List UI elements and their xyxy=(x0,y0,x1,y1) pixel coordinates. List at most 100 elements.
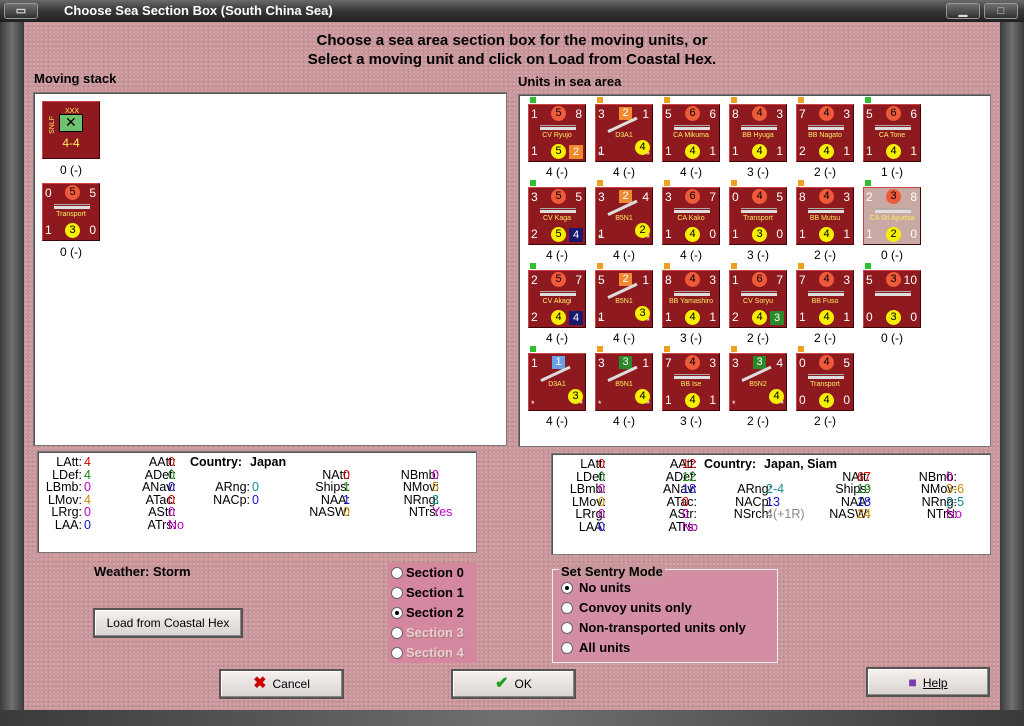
unit-counter[interactable]: 8 3 1 1 4 4 BB Mutsu xyxy=(796,187,854,245)
unit-name: B5N2 xyxy=(749,381,767,388)
combat-circle: 4 xyxy=(819,189,834,204)
selection-marker xyxy=(865,97,871,103)
attack-value: 8 xyxy=(665,273,672,287)
unit-name: Transport xyxy=(810,381,840,388)
unit-counter[interactable]: 1 7 2 6 4 3 CV Soryu xyxy=(729,270,787,328)
section-radio-3 xyxy=(391,627,403,639)
system-menu-button[interactable]: ▭ xyxy=(4,3,38,19)
sentry-radio-2[interactable] xyxy=(561,622,573,634)
unit-counter[interactable]: XXX ✕ SNLF 4-4 xyxy=(42,101,100,159)
sea-units-panel[interactable]: 1 8 1 5 5 2 CV Ryujo 4 (-) 3 1 1 2 4 * * D3A1 4 (-) 5 6 1 1 6… xyxy=(518,94,991,447)
load-from-coastal-hex-button[interactable]: Load from Coastal Hex xyxy=(93,608,243,638)
moving-stack-panel[interactable]: XXX ✕ SNLF 4-4 0 (-) 0 5 1 0 5 3 Transport 0 (-) xyxy=(33,92,507,446)
unit-counter[interactable]: 5 10 0 0 3 3 xyxy=(863,270,921,328)
asterisk-mark: * xyxy=(598,316,602,326)
defense-value: 2 xyxy=(732,310,739,324)
unit-counter[interactable]: 2 7 2 5 4 4 CV Akagi xyxy=(528,270,586,328)
window-title: Choose Sea Section Box (South China Sea) xyxy=(64,3,333,18)
combat-circle: 4 xyxy=(819,355,834,370)
strength-circle: 4 xyxy=(819,310,834,325)
sentry-radio-0[interactable] xyxy=(561,582,573,594)
attack-value: 7 xyxy=(799,273,806,287)
ship-silhouette-icon xyxy=(808,291,844,296)
maximize-button[interactable]: □ xyxy=(984,3,1018,19)
unit-counter[interactable]: 3 7 1 0 6 4 CA Kako xyxy=(662,187,720,245)
unit-caption: 4 (-) xyxy=(680,248,702,262)
ok-button[interactable]: ✔ OK xyxy=(451,669,576,699)
minimize-button[interactable]: ▁ xyxy=(946,3,980,19)
unit-counter[interactable]: 7 3 1 1 4 4 BB Fuso xyxy=(796,270,854,328)
title-bar: ▭ Choose Sea Section Box (South China Se… xyxy=(0,0,1024,22)
unit-counter[interactable]: 5 1 1 2 3 * * B5N1 xyxy=(595,270,653,328)
unit-counter[interactable]: 5 6 1 1 6 4 CA Mikuma xyxy=(662,104,720,162)
ship-silhouette-icon xyxy=(540,125,576,130)
strength-circle: 4 xyxy=(551,310,566,325)
movement-value: 4 xyxy=(776,356,783,370)
aircraft-capacity-square: 4 xyxy=(569,228,583,242)
unit-counter[interactable]: 1 8 1 5 5 2 CV Ryujo xyxy=(528,104,586,162)
unit-counter[interactable]: 3 4 1 2 2 * * B5N1 xyxy=(595,187,653,245)
unit-counter[interactable]: 1 1 3 * * D3A1 xyxy=(528,353,586,411)
book-icon: ■ xyxy=(908,674,917,690)
stat-label: NTrs: xyxy=(926,507,957,521)
stat-label: NMov: xyxy=(920,482,957,496)
section-radio-0[interactable] xyxy=(391,567,403,579)
movement-value: 10 xyxy=(903,273,917,287)
stat-label: NBmb: xyxy=(918,469,957,484)
defense-value: 1 xyxy=(665,227,672,241)
defense-value: 2 xyxy=(531,227,538,241)
sentry-radio-3[interactable] xyxy=(561,642,573,654)
unit-caption: 3 (-) xyxy=(680,414,702,428)
combat-circle: 4 xyxy=(819,272,834,287)
cancel-button[interactable]: ✖ Cancel xyxy=(219,669,344,699)
unit-counter[interactable]: 3 1 1 2 4 * * D3A1 xyxy=(595,104,653,162)
attack-value: 3 xyxy=(598,356,605,370)
attack-value: 5 xyxy=(866,107,873,121)
unit-counter[interactable]: 0 5 1 0 4 3 Transport xyxy=(729,187,787,245)
unit-caption: 4 (-) xyxy=(546,248,568,262)
unit-counter[interactable]: 2 8 1 0 3 2 CA Sri Ayuthia xyxy=(863,187,921,245)
movement-value: 3 xyxy=(709,356,716,370)
section-radio-1[interactable] xyxy=(391,587,403,599)
movement-value: 7 xyxy=(575,273,582,287)
unit-counter[interactable]: 8 3 1 1 4 4 BB Hyuga xyxy=(729,104,787,162)
strength-circle: 3 xyxy=(65,223,80,238)
country-value: Japan, Siam xyxy=(764,457,837,471)
unit-counter[interactable]: 3 1 3 4 * * B5N1 xyxy=(595,353,653,411)
combat-circle: 6 xyxy=(752,272,767,287)
range-value: 1 xyxy=(709,310,716,324)
unit-name: BB Fuso xyxy=(811,298,839,305)
unit-counter[interactable]: 5 6 1 1 6 4 CA Tone xyxy=(863,104,921,162)
selection-marker xyxy=(664,263,670,269)
unit-caption: 0 (-) xyxy=(60,245,82,259)
selection-marker xyxy=(530,263,536,269)
unit-counter[interactable]: 3 4 3 4 * * B5N2 xyxy=(729,353,787,411)
unit-counter[interactable]: 8 3 1 1 4 4 BB Yamashiro xyxy=(662,270,720,328)
unit-name: Transport xyxy=(743,215,773,222)
unit-counter[interactable]: 7 3 1 1 4 4 BB Ise xyxy=(662,353,720,411)
instruction-line-1: Choose a sea area section box for the mo… xyxy=(316,32,708,49)
unit-caption: 0 (-) xyxy=(60,163,82,177)
unit-caption: 0 (-) xyxy=(881,331,903,345)
unit-counter[interactable]: 0 5 0 0 4 4 Transport xyxy=(796,353,854,411)
help-button[interactable]: ■ Help xyxy=(866,667,990,697)
unit-name: B5N1 xyxy=(615,381,633,388)
attack-value: 0 xyxy=(799,356,806,370)
unit-name: CA Mikuma xyxy=(673,132,709,139)
unit-counter[interactable]: 3 5 2 5 5 4 CV Kaga xyxy=(528,187,586,245)
defense-value: 0 xyxy=(866,310,873,324)
unit-name: CV Akagi xyxy=(542,298,572,305)
aircraft-capacity-square: 3 xyxy=(770,311,784,325)
unit-caption: 2 (-) xyxy=(814,331,836,345)
sentry-radio-1[interactable] xyxy=(561,602,573,614)
unit-name: D3A1 xyxy=(548,381,566,388)
window-frame-bottom xyxy=(0,710,1024,726)
selection-marker xyxy=(664,180,670,186)
unit-counter[interactable]: 0 5 1 0 5 3 Transport xyxy=(42,183,100,241)
section-label-0: Section 0 xyxy=(406,565,464,580)
ship-silhouette-icon xyxy=(808,125,844,130)
unit-counter[interactable]: 7 3 2 1 4 4 BB Nagato xyxy=(796,104,854,162)
air-factor-square: 3 xyxy=(619,356,632,369)
section-radio-2[interactable] xyxy=(391,607,403,619)
range-value: 0 xyxy=(709,227,716,241)
